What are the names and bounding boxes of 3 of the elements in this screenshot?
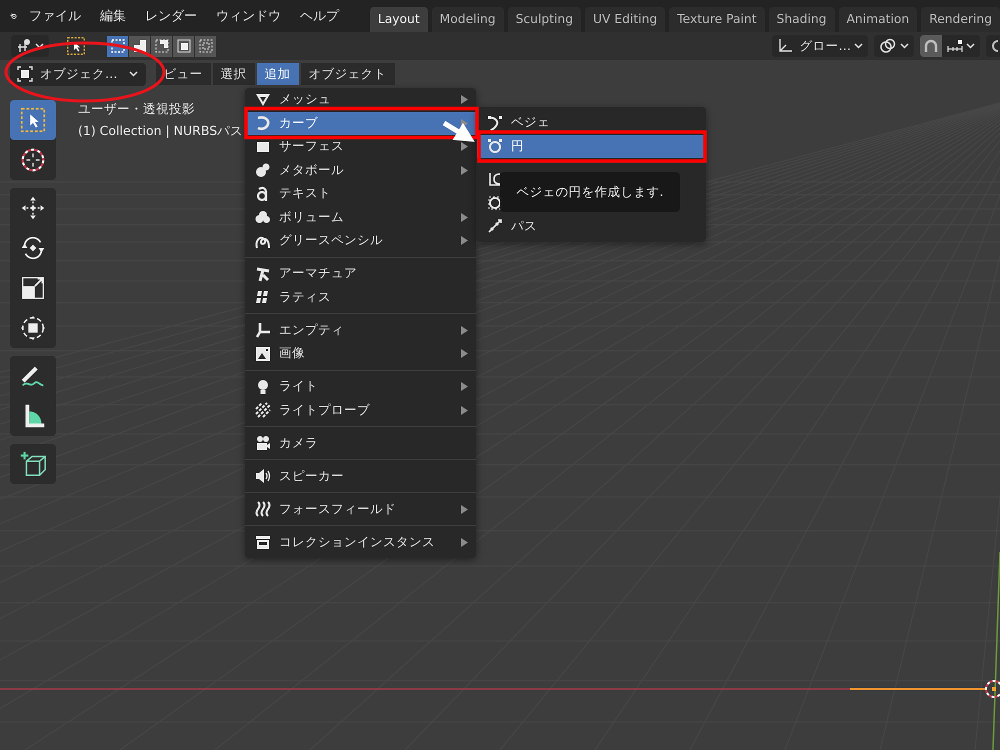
object-info: (1) Collection | NURBSパス xyxy=(78,123,244,140)
view-name: ユーザー・透視投影 xyxy=(78,101,196,118)
tooltip: ベジェの円を作成します. xyxy=(500,172,680,212)
